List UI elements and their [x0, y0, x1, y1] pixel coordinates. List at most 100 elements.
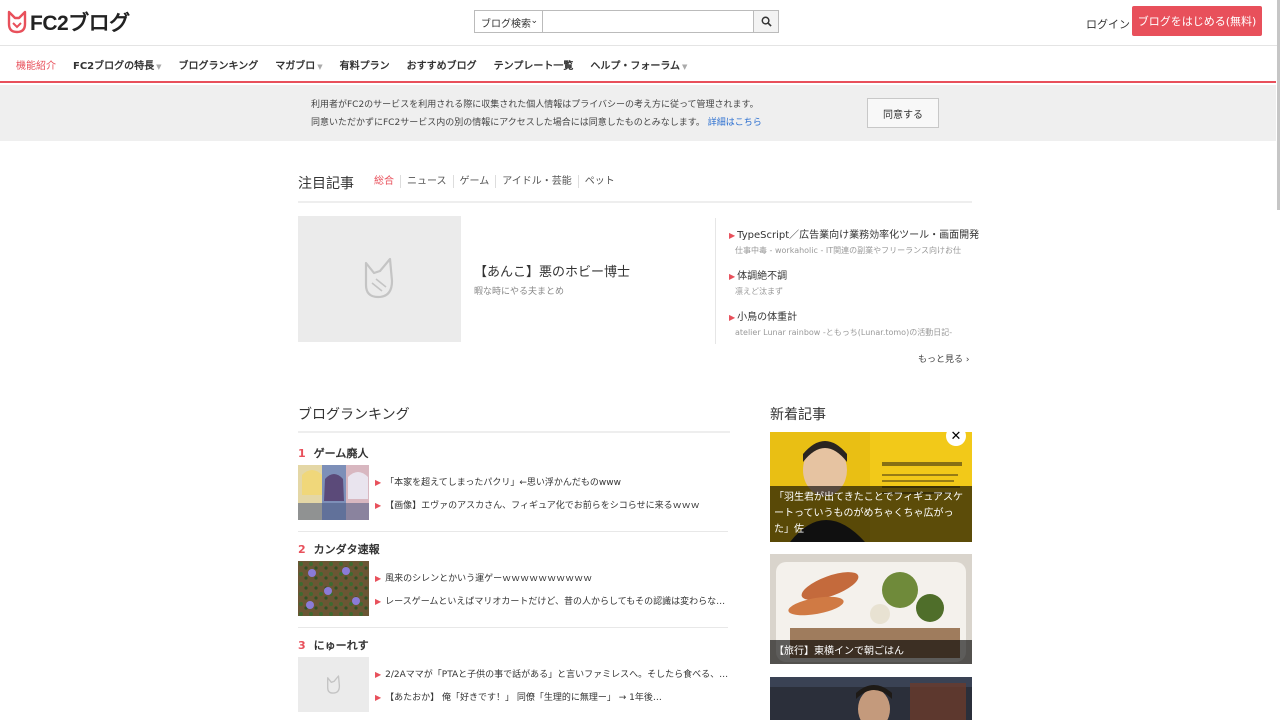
fc2-blog-logo[interactable]: FC2ブログ	[6, 9, 130, 35]
search-input[interactable]	[542, 10, 754, 33]
search-type-label: ブログ検索	[481, 19, 531, 30]
nav-item-label: 機能紹介	[16, 60, 56, 72]
triangle-bullet-icon: ▶	[729, 231, 736, 240]
side-item-title: TypeScript／広告業向け業務効率化ツール・画面開発	[737, 230, 980, 241]
ranking-article-link[interactable]: ▶ レースゲームといえばマリオカートだけど、昔の人からしてもその認識は変わらない…	[375, 594, 730, 607]
ranking-article-link[interactable]: ▶ 【画像】エヴァのアスカさん、フィギュア化でお前らをシコらせに来るｗｗｗ	[375, 498, 730, 511]
nav-item-label: マガブロ	[275, 60, 316, 72]
triangle-bullet-icon: ▶	[375, 670, 382, 679]
ranking-thumbnail[interactable]	[298, 657, 369, 712]
site-header: FC2ブログ ブログ検索 ⌄ ログイン ブログをはじめる(無料)	[0, 0, 1280, 46]
triangle-bullet-icon: ▶	[375, 597, 382, 606]
nav-item[interactable]: 機能紹介	[16, 57, 56, 72]
ranking-article-link[interactable]: ▶ 風来のシレンとかいう運ゲーｗｗｗｗｗｗｗｗｗｗ	[375, 571, 730, 584]
search-button[interactable]	[754, 10, 779, 33]
featured-article-title[interactable]: 【あんこ】悪のホビー博士	[474, 261, 630, 280]
nav-item-label: ブログランキング	[178, 60, 259, 72]
rank-number: 2	[298, 543, 306, 556]
new-post-image	[770, 677, 972, 720]
consent-text-line1: 利用者がFC2のサービスを利用される際に収集された個人情報はプライバシーの考え方…	[311, 100, 759, 110]
login-link[interactable]: ログイン	[1086, 16, 1130, 32]
fox-logo-icon	[7, 10, 27, 34]
triangle-bullet-icon: ▶	[729, 272, 736, 281]
new-post-card[interactable]: 【旅行】東横インで朝ごはん	[770, 554, 972, 664]
nav-item[interactable]: ブログランキング	[179, 57, 259, 72]
divider	[298, 431, 730, 433]
new-post-card[interactable]	[770, 677, 972, 720]
logo-text: FC2ブログ	[30, 12, 130, 35]
fox-placeholder-icon	[326, 674, 340, 694]
search-type-select[interactable]: ブログ検索 ⌄	[474, 10, 542, 33]
side-item-blog: 凛えど汰まず	[735, 287, 783, 296]
ranking-entry: 3 にゅーれす ▶ 2/2Aママが「PTAと子供の事で話がある」と言いファミレスへ。…	[298, 637, 728, 712]
anime-characters-image	[298, 465, 369, 520]
triangle-bullet-icon: ▶	[729, 313, 736, 322]
side-item-title: 小鳥の体重計	[737, 312, 798, 323]
nav-item-label: テンプレート一覧	[493, 60, 574, 72]
ranking-thumbnail[interactable]	[298, 465, 369, 520]
dropdown-caret-icon: ▼	[682, 62, 688, 71]
nav-item[interactable]: FC2ブログの特長 ▼	[73, 57, 162, 72]
ranking-section-title: ブログランキング	[298, 407, 410, 423]
featured-tabs: 総合 ニュース ゲーム アイドル・芸能 ペット	[374, 175, 621, 188]
dropdown-caret-icon: ▼	[317, 62, 323, 71]
dropdown-caret-icon: ▼	[156, 62, 162, 71]
privacy-details-link[interactable]: 詳細はこちら	[708, 118, 762, 128]
nav-item-label: 有料プラン	[339, 60, 390, 72]
divider	[298, 627, 728, 628]
triangle-bullet-icon: ▶	[375, 574, 382, 583]
ranking-article-title: 風来のシレンとかいう運ゲーｗｗｗｗｗｗｗｗｗｗ	[385, 574, 593, 584]
nav-item[interactable]: テンプレート一覧	[494, 57, 574, 72]
featured-thumbnail[interactable]	[298, 216, 461, 342]
ranking-blog-name[interactable]: カンダタ速報	[314, 543, 380, 556]
nav-item[interactable]: 有料プラン	[340, 57, 390, 72]
consent-text-line2: 同意いただかずにFC2サービス内の別の情報にアクセスした場合には同意したものとみ…	[311, 115, 762, 128]
start-blog-button[interactable]: ブログをはじめる(無料)	[1132, 6, 1262, 36]
consent-text-line2-body: 同意いただかずにFC2サービス内の別の情報にアクセスした場合には同意したものとみ…	[311, 118, 705, 128]
side-item-blog: atelier Lunar rainbow -ともっち(Lunar.tomo)の…	[735, 328, 953, 337]
triangle-bullet-icon: ▶	[375, 501, 382, 510]
nav-item[interactable]: ヘルプ・フォーラム ▼	[590, 57, 687, 72]
chevron-down-icon: ⌄	[530, 16, 538, 26]
list-item[interactable]: ▶ 体調絶不調 凛えど汰まず	[729, 267, 974, 308]
tab-game[interactable]: ゲーム	[452, 175, 496, 188]
ranking-article-title: 【画像】エヴァのアスカさん、フィギュア化でお前らをシコらせに来るｗｗｗ	[385, 501, 700, 511]
nav-item-label: おすすめブログ	[406, 60, 477, 72]
ranking-thumbnail[interactable]	[298, 561, 369, 616]
divider	[298, 531, 728, 532]
ranking-article-link[interactable]: ▶ 「本家を超えてしまったパクリ」←思い浮かんだものwww	[375, 475, 730, 488]
blog-search: ブログ検索 ⌄	[474, 10, 779, 33]
tab-general[interactable]: 総合	[374, 175, 400, 188]
agree-button[interactable]: 同意する	[867, 98, 939, 128]
nav-item[interactable]: おすすめブログ	[407, 57, 477, 72]
ranking-article-link[interactable]: ▶ 2/2Aママが「PTAと子供の事で話がある」と言いファミレスへ。そしたら食べる…	[375, 667, 730, 680]
ranking-blog-name[interactable]: ゲーム廃人	[314, 447, 369, 460]
ranking-article-title: 2/2Aママが「PTAと子供の事で話がある」と言いファミレスへ。そしたら食べる、…	[385, 670, 729, 680]
fox-placeholder-icon	[364, 257, 393, 299]
nav-item[interactable]: マガブロ ▼	[275, 57, 322, 72]
ranking-article-title: 「本家を超えてしまったパクリ」←思い浮かんだものwww	[385, 478, 621, 488]
ranking-article-link[interactable]: ▶ 【あたおか】 俺「好きです！」 同僚「生理的に無理ー」 → 1年後…	[375, 690, 730, 703]
tab-idol[interactable]: アイドル・芸能	[495, 175, 578, 188]
divider	[298, 201, 972, 203]
ranking-article-title: レースゲームといえばマリオカートだけど、昔の人からしてもその認識は変わらない…	[385, 597, 730, 607]
main-nav: 機能紹介 FC2ブログの特長 ▼ ブログランキング マガブロ ▼ 有料プラン おすすめブログテ…	[0, 47, 1276, 83]
list-item[interactable]: ▶ TypeScript／広告業向け業務効率化ツール・画面開発 仕事中毒 - wo…	[729, 226, 979, 267]
new-post-card[interactable]: 「羽生君が出てきたことでフィギュアスケートっていうものがめちゃくちゃ広がった」佐	[770, 432, 972, 542]
tab-news[interactable]: ニュース	[400, 175, 453, 188]
close-icon[interactable]: ✕	[946, 426, 966, 446]
side-item-title: 体調絶不調	[737, 271, 788, 282]
tab-pet[interactable]: ペット	[577, 175, 621, 188]
list-item[interactable]: ▶ 小鳥の体重計 atelier Lunar rainbow -ともっち(Luna…	[729, 308, 974, 349]
ranking-blog-name[interactable]: にゅーれす	[314, 639, 369, 652]
new-posts-section-title: 新着記事	[770, 407, 826, 423]
ranking-entry: 1 ゲーム廃人 ▶ 「本家を超えてしまったパクリ」←思い浮かんだものwww ▶ 【画像…	[298, 445, 728, 532]
new-post-caption: 「羽生君が出てきたことでフィギュアスケートっていうものがめちゃくちゃ広がった」佐	[770, 486, 972, 542]
side-item-blog: 仕事中毒 - workaholic - IT関連の副業やフリーランス向けお仕	[735, 246, 961, 255]
more-link[interactable]: もっと見る ›	[918, 352, 969, 365]
featured-article-blog: 暇な時にやる夫まとめ	[474, 287, 565, 297]
featured-section-title: 注目記事	[298, 176, 354, 192]
ranking-article-title: 【あたおか】 俺「好きです！」 同僚「生理的に無理ー」 → 1年後…	[385, 693, 662, 703]
privacy-consent-banner: 利用者がFC2のサービスを利用される際に収集された個人情報はプライバシーの考え方…	[0, 85, 1276, 141]
nav-item-label: FC2ブログの特長	[73, 60, 155, 72]
